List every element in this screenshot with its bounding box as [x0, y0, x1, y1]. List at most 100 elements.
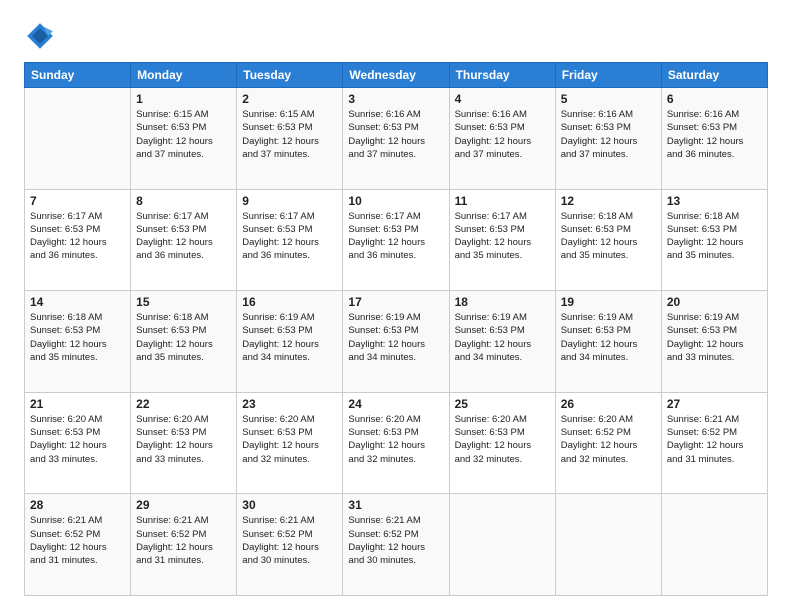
- day-info: Sunrise: 6:16 AM Sunset: 6:53 PM Dayligh…: [455, 108, 550, 161]
- calendar-cell: [449, 494, 555, 596]
- day-number: 19: [561, 295, 656, 309]
- calendar-header: SundayMondayTuesdayWednesdayThursdayFrid…: [25, 63, 768, 88]
- day-info: Sunrise: 6:20 AM Sunset: 6:53 PM Dayligh…: [30, 413, 125, 466]
- day-info: Sunrise: 6:21 AM Sunset: 6:52 PM Dayligh…: [30, 514, 125, 567]
- calendar-cell: 1Sunrise: 6:15 AM Sunset: 6:53 PM Daylig…: [131, 88, 237, 190]
- header-cell-thursday: Thursday: [449, 63, 555, 88]
- day-info: Sunrise: 6:19 AM Sunset: 6:53 PM Dayligh…: [667, 311, 762, 364]
- day-info: Sunrise: 6:19 AM Sunset: 6:53 PM Dayligh…: [561, 311, 656, 364]
- day-number: 29: [136, 498, 231, 512]
- day-number: 4: [455, 92, 550, 106]
- calendar-cell: 8Sunrise: 6:17 AM Sunset: 6:53 PM Daylig…: [131, 189, 237, 291]
- calendar-cell: 27Sunrise: 6:21 AM Sunset: 6:52 PM Dayli…: [661, 392, 767, 494]
- week-row-3: 14 Sunrise: 6:18 AM Sunset: 6:53 PM Dayli…: [25, 291, 768, 393]
- day-number: 25: [455, 397, 550, 411]
- day-info: Sunrise: 6:18 AM Sunset: 6:53 PM Dayligh…: [667, 210, 762, 263]
- day-info: Sunrise: 6:20 AM Sunset: 6:53 PM Dayligh…: [455, 413, 550, 466]
- day-number: 7: [30, 194, 125, 208]
- logo: [24, 20, 60, 52]
- calendar-cell: 22 Sunrise: 6:20 AM Sunset: 6:53 PM Dayli…: [131, 392, 237, 494]
- day-info: Sunrise: 6:17 AM Sunset: 6:53 PM Dayligh…: [30, 210, 125, 263]
- calendar-cell: 5 Sunrise: 6:16 AM Sunset: 6:53 PM Daylig…: [555, 88, 661, 190]
- day-info: Sunrise: 6:15 AM Sunset: 6:53 PM Dayligh…: [136, 108, 231, 161]
- day-number: 13: [667, 194, 762, 208]
- calendar-cell: [661, 494, 767, 596]
- calendar-cell: 28Sunrise: 6:21 AM Sunset: 6:52 PM Dayli…: [25, 494, 131, 596]
- calendar-cell: 12Sunrise: 6:18 AM Sunset: 6:53 PM Dayli…: [555, 189, 661, 291]
- day-number: 20: [667, 295, 762, 309]
- calendar-cell: 25 Sunrise: 6:20 AM Sunset: 6:53 PM Dayli…: [449, 392, 555, 494]
- calendar-cell: 16 Sunrise: 6:19 AM Sunset: 6:53 PM Dayli…: [237, 291, 343, 393]
- header-cell-saturday: Saturday: [661, 63, 767, 88]
- calendar-cell: 24 Sunrise: 6:20 AM Sunset: 6:53 PM Dayli…: [343, 392, 449, 494]
- day-info: Sunrise: 6:21 AM Sunset: 6:52 PM Dayligh…: [136, 514, 231, 567]
- calendar-cell: 9 Sunrise: 6:17 AM Sunset: 6:53 PM Daylig…: [237, 189, 343, 291]
- calendar-cell: [555, 494, 661, 596]
- day-info: Sunrise: 6:15 AM Sunset: 6:53 PM Dayligh…: [242, 108, 337, 161]
- day-info: Sunrise: 6:17 AM Sunset: 6:53 PM Dayligh…: [242, 210, 337, 263]
- header-cell-friday: Friday: [555, 63, 661, 88]
- day-info: Sunrise: 6:20 AM Sunset: 6:53 PM Dayligh…: [136, 413, 231, 466]
- header-cell-sunday: Sunday: [25, 63, 131, 88]
- day-number: 8: [136, 194, 231, 208]
- day-info: Sunrise: 6:16 AM Sunset: 6:53 PM Dayligh…: [348, 108, 443, 161]
- day-number: 5: [561, 92, 656, 106]
- day-number: 6: [667, 92, 762, 106]
- day-info: Sunrise: 6:16 AM Sunset: 6:53 PM Dayligh…: [667, 108, 762, 161]
- calendar-cell: 13 Sunrise: 6:18 AM Sunset: 6:53 PM Dayli…: [661, 189, 767, 291]
- logo-icon: [24, 20, 56, 52]
- day-number: 21: [30, 397, 125, 411]
- calendar-table: SundayMondayTuesdayWednesdayThursdayFrid…: [24, 62, 768, 596]
- calendar-cell: 20 Sunrise: 6:19 AM Sunset: 6:53 PM Dayli…: [661, 291, 767, 393]
- day-number: 9: [242, 194, 337, 208]
- day-info: Sunrise: 6:16 AM Sunset: 6:53 PM Dayligh…: [561, 108, 656, 161]
- header: [24, 20, 768, 52]
- page: SundayMondayTuesdayWednesdayThursdayFrid…: [0, 0, 792, 612]
- calendar-cell: 18 Sunrise: 6:19 AM Sunset: 6:53 PM Dayli…: [449, 291, 555, 393]
- day-info: Sunrise: 6:20 AM Sunset: 6:52 PM Dayligh…: [561, 413, 656, 466]
- week-row-5: 28Sunrise: 6:21 AM Sunset: 6:52 PM Dayli…: [25, 494, 768, 596]
- day-number: 31: [348, 498, 443, 512]
- header-cell-monday: Monday: [131, 63, 237, 88]
- calendar-cell: 29 Sunrise: 6:21 AM Sunset: 6:52 PM Dayli…: [131, 494, 237, 596]
- day-number: 22: [136, 397, 231, 411]
- header-cell-wednesday: Wednesday: [343, 63, 449, 88]
- day-number: 12: [561, 194, 656, 208]
- day-number: 26: [561, 397, 656, 411]
- calendar-body: 1Sunrise: 6:15 AM Sunset: 6:53 PM Daylig…: [25, 88, 768, 596]
- day-info: Sunrise: 6:21 AM Sunset: 6:52 PM Dayligh…: [242, 514, 337, 567]
- day-info: Sunrise: 6:20 AM Sunset: 6:53 PM Dayligh…: [348, 413, 443, 466]
- day-number: 27: [667, 397, 762, 411]
- calendar-cell: 4 Sunrise: 6:16 AM Sunset: 6:53 PM Daylig…: [449, 88, 555, 190]
- calendar-cell: 7 Sunrise: 6:17 AM Sunset: 6:53 PM Daylig…: [25, 189, 131, 291]
- day-number: 30: [242, 498, 337, 512]
- day-number: 15: [136, 295, 231, 309]
- calendar-cell: 31Sunrise: 6:21 AM Sunset: 6:52 PM Dayli…: [343, 494, 449, 596]
- week-row-1: 1Sunrise: 6:15 AM Sunset: 6:53 PM Daylig…: [25, 88, 768, 190]
- day-info: Sunrise: 6:19 AM Sunset: 6:53 PM Dayligh…: [455, 311, 550, 364]
- day-number: 11: [455, 194, 550, 208]
- calendar-cell: 21 Sunrise: 6:20 AM Sunset: 6:53 PM Dayli…: [25, 392, 131, 494]
- day-number: 10: [348, 194, 443, 208]
- calendar-cell: 17Sunrise: 6:19 AM Sunset: 6:53 PM Dayli…: [343, 291, 449, 393]
- day-number: 18: [455, 295, 550, 309]
- calendar-cell: 3 Sunrise: 6:16 AM Sunset: 6:53 PM Daylig…: [343, 88, 449, 190]
- day-number: 16: [242, 295, 337, 309]
- day-info: Sunrise: 6:18 AM Sunset: 6:53 PM Dayligh…: [30, 311, 125, 364]
- calendar-cell: 11 Sunrise: 6:17 AM Sunset: 6:53 PM Dayli…: [449, 189, 555, 291]
- calendar-cell: 2Sunrise: 6:15 AM Sunset: 6:53 PM Daylig…: [237, 88, 343, 190]
- day-info: Sunrise: 6:20 AM Sunset: 6:53 PM Dayligh…: [242, 413, 337, 466]
- day-number: 3: [348, 92, 443, 106]
- day-number: 17: [348, 295, 443, 309]
- header-cell-tuesday: Tuesday: [237, 63, 343, 88]
- calendar-cell: 19 Sunrise: 6:19 AM Sunset: 6:53 PM Dayli…: [555, 291, 661, 393]
- calendar-cell: 6 Sunrise: 6:16 AM Sunset: 6:53 PM Daylig…: [661, 88, 767, 190]
- day-info: Sunrise: 6:19 AM Sunset: 6:53 PM Dayligh…: [242, 311, 337, 364]
- header-row: SundayMondayTuesdayWednesdayThursdayFrid…: [25, 63, 768, 88]
- calendar-cell: 23Sunrise: 6:20 AM Sunset: 6:53 PM Dayli…: [237, 392, 343, 494]
- day-info: Sunrise: 6:17 AM Sunset: 6:53 PM Dayligh…: [455, 210, 550, 263]
- day-number: 24: [348, 397, 443, 411]
- calendar-cell: 14 Sunrise: 6:18 AM Sunset: 6:53 PM Dayli…: [25, 291, 131, 393]
- day-number: 14: [30, 295, 125, 309]
- week-row-4: 21 Sunrise: 6:20 AM Sunset: 6:53 PM Dayli…: [25, 392, 768, 494]
